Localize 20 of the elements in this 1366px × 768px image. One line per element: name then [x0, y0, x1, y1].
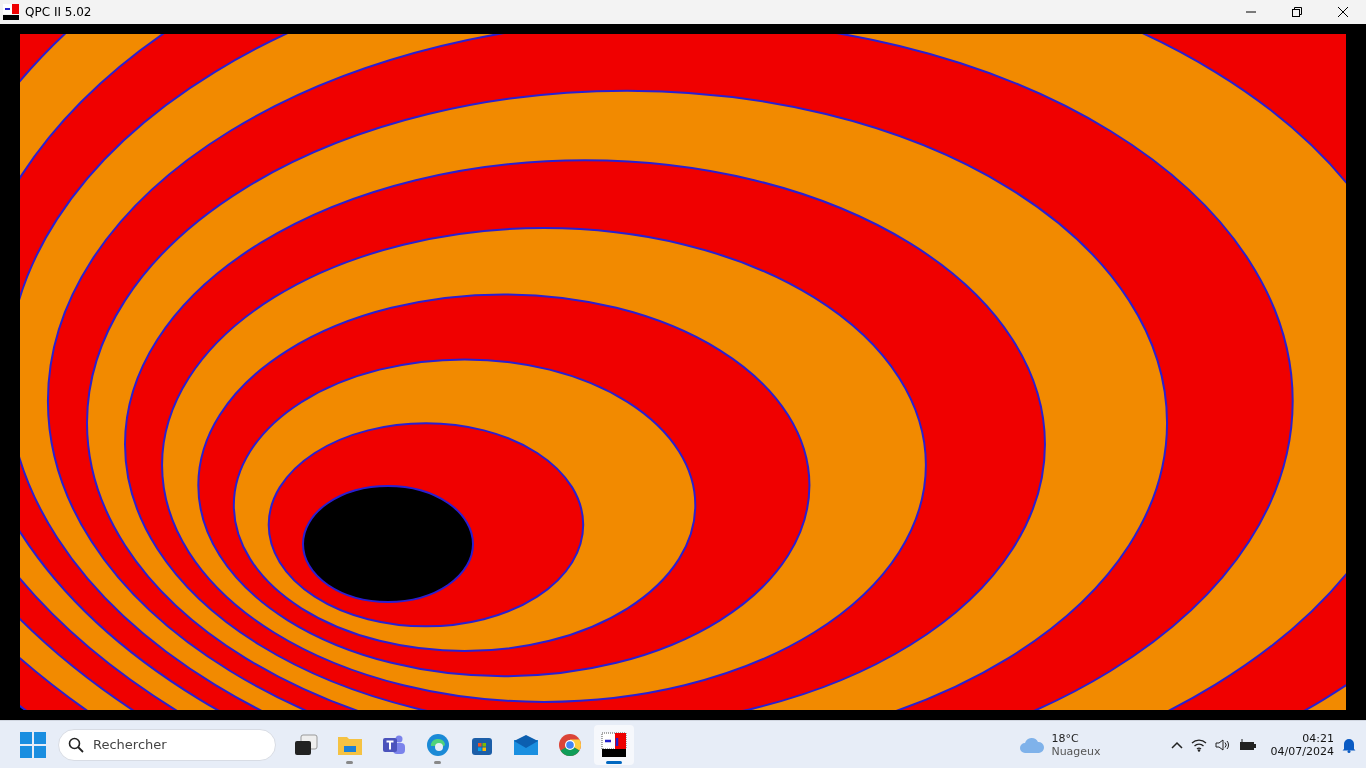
wifi-icon[interactable] — [1190, 737, 1207, 752]
battery-icon[interactable] — [1238, 738, 1257, 751]
window-title: QPC II 5.02 — [25, 5, 93, 19]
browser-icon — [558, 732, 582, 757]
speaker-icon[interactable] — [1214, 737, 1231, 752]
windows-icon — [294, 733, 318, 756]
clock-button[interactable]: 04:21 04/07/2024 — [1270, 731, 1334, 758]
app-logo-icon — [601, 731, 627, 758]
search-field[interactable]: Rechercher — [58, 728, 276, 761]
app-logo-icon — [3, 4, 19, 20]
restore-button[interactable] — [1292, 7, 1302, 17]
temperature-text: 18°C — [1051, 731, 1080, 745]
weather-condition-text: Nuageux — [1051, 744, 1101, 758]
cloud-icon — [1019, 735, 1046, 754]
start-button[interactable] — [20, 731, 46, 758]
taskbar-app-button[interactable] — [594, 724, 634, 765]
close-button[interactable] — [1338, 7, 1348, 17]
chevron-up-icon[interactable] — [1170, 740, 1183, 749]
envelope-icon — [513, 733, 539, 756]
bell-icon[interactable] — [1342, 736, 1356, 753]
